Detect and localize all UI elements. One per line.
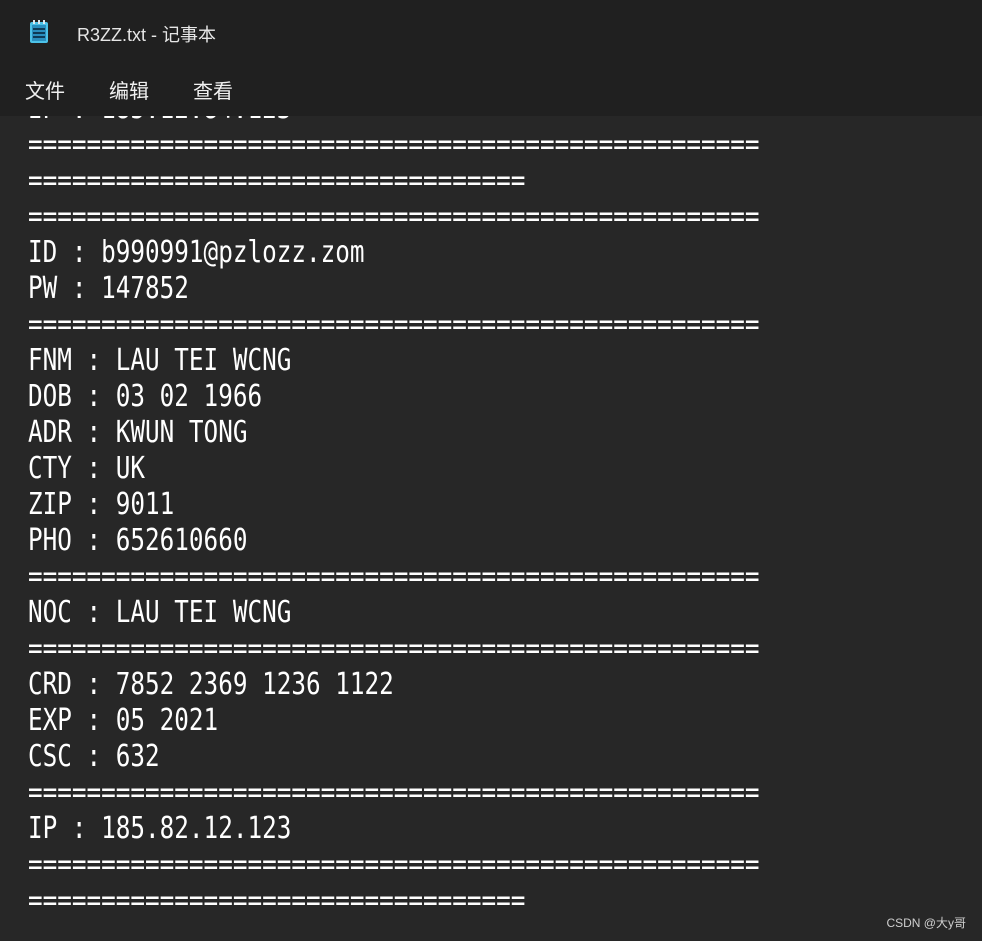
text-line: ========================================… xyxy=(28,559,760,594)
menu-edit[interactable]: 编辑 xyxy=(109,75,149,104)
text-line: ========================================… xyxy=(28,775,760,810)
watermark: CSDN @大y哥 xyxy=(886,916,966,930)
text-line: EXP : 05 2021 xyxy=(28,703,219,738)
notepad-icon xyxy=(29,20,49,44)
text-line: ================================== xyxy=(28,163,526,198)
menu-view[interactable]: 查看 xyxy=(193,75,233,104)
text-line: ADR : KWUN TONG xyxy=(28,415,248,450)
text-line: NOC : LAU TEI WCNG xyxy=(28,595,292,630)
text-line: ========================================… xyxy=(28,127,760,162)
text-line: DOB : 03 02 1966 xyxy=(28,379,263,414)
menu-file[interactable]: 文件 xyxy=(25,75,65,104)
menu-bar: 文件 编辑 查看 xyxy=(0,64,982,116)
document-text[interactable]: IP : 185.12.84.123======================… xyxy=(28,116,759,919)
text-editor[interactable]: IP : 185.12.84.123======================… xyxy=(0,116,982,941)
text-line: IP : 185.82.12.123 xyxy=(28,811,292,846)
notepad-window: R3ZZ.txt - 记事本 文件 编辑 查看 IP : 185.12.84.1… xyxy=(0,0,982,941)
text-line: CTY : UK xyxy=(28,451,146,486)
window-title: R3ZZ.txt - 记事本 xyxy=(77,25,216,45)
text-line: ========================================… xyxy=(28,847,760,882)
title-bar[interactable]: R3ZZ.txt - 记事本 xyxy=(0,0,982,64)
text-line: PW : 147852 xyxy=(28,271,189,306)
text-line: CSC : 632 xyxy=(28,739,160,774)
text-line: ================================== xyxy=(28,883,526,918)
text-line: FNM : LAU TEI WCNG xyxy=(28,343,292,378)
text-line: ========================================… xyxy=(28,307,760,342)
text-line: IP : 185.12.84.123 xyxy=(28,116,759,127)
text-line: PHO : 652610660 xyxy=(28,523,248,558)
text-line: CRD : 7852 2369 1236 1122 xyxy=(28,667,394,702)
text-line: ========================================… xyxy=(28,631,760,666)
text-line: ========================================… xyxy=(28,199,760,234)
text-line: ID : b990991@pzlozz.zom xyxy=(28,235,365,270)
text-line: ZIP : 9011 xyxy=(28,487,175,522)
